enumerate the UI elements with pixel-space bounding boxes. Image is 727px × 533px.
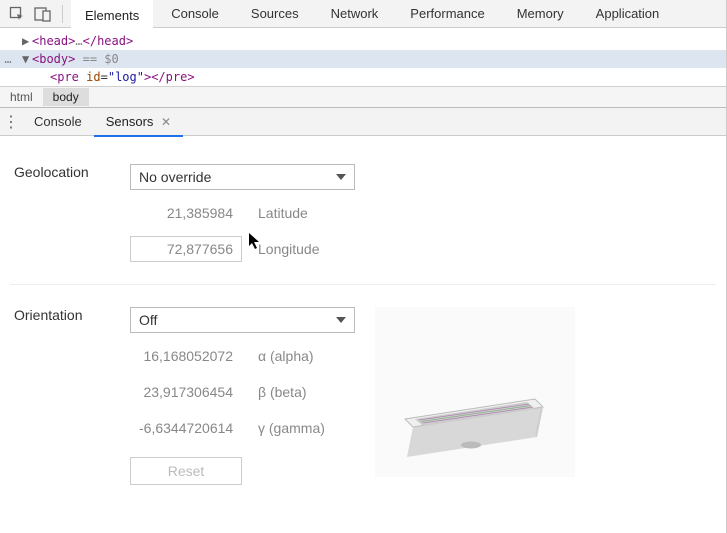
chevron-down-icon [336,174,346,180]
gamma-row: -6,6344720614 γ (gamma) [130,415,355,441]
tab-sources[interactable]: Sources [237,0,313,28]
drawer-tabstrip: ⋮ Console Sensors ✕ [0,108,726,136]
sensors-panel: Geolocation No override 21,385984 Latitu… [0,136,726,513]
tab-application[interactable]: Application [582,0,674,28]
orientation-override-select[interactable]: Off [130,307,355,333]
longitude-input[interactable]: 72,877656 [130,236,242,262]
dom-node-head[interactable]: ▶<head>…</head> [0,32,726,50]
device-orientation-preview[interactable] [375,307,575,477]
orientation-fields: Off 16,168052072 α (alpha) 23,917306454 … [130,307,355,485]
gamma-label: γ (gamma) [258,420,325,436]
tab-console[interactable]: Console [157,0,233,28]
geolocation-section: Geolocation No override 21,385984 Latitu… [10,154,716,272]
crumb-html[interactable]: html [0,88,43,106]
gamma-input[interactable]: -6,6344720614 [130,415,242,441]
tab-elements[interactable]: Elements [71,0,153,28]
elements-dom-tree[interactable]: ▶<head>…</head> ▼<body> == $0 <pre id="l… [0,28,726,86]
elements-breadcrumb: html body [0,86,726,108]
crumb-body[interactable]: body [43,88,89,106]
orientation-override-value: Off [139,312,157,328]
latitude-label: Latitude [258,205,308,221]
geolocation-fields: No override 21,385984 Latitude 72,877656… [130,164,355,262]
separator [62,5,63,23]
latitude-row: 21,385984 Latitude [130,200,355,226]
orientation-section: Orientation Off 16,168052072 α (alpha) 2… [10,284,716,495]
geolocation-override-value: No override [139,169,211,185]
tab-memory[interactable]: Memory [503,0,578,28]
dom-node-pre[interactable]: <pre id="log"></pre> [0,68,726,86]
geolocation-override-select[interactable]: No override [130,164,355,190]
device-toolbar-icon[interactable] [32,3,54,25]
latitude-input[interactable]: 21,385984 [130,200,242,226]
tab-performance[interactable]: Performance [396,0,498,28]
orientation-label: Orientation [10,307,130,323]
longitude-label: Longitude [258,241,320,257]
alpha-row: 16,168052072 α (alpha) [130,343,355,369]
dom-node-body-selected[interactable]: ▼<body> == $0 [0,50,726,68]
beta-input[interactable]: 23,917306454 [130,379,242,405]
drawer-tab-sensors[interactable]: Sensors ✕ [94,108,183,136]
tab-network[interactable]: Network [317,0,393,28]
devtools-tabstrip: Elements Console Sources Network Perform… [0,0,726,28]
beta-row: 23,917306454 β (beta) [130,379,355,405]
orientation-reset-button[interactable]: Reset [130,457,242,485]
longitude-row: 72,877656 Longitude [130,236,355,262]
close-icon[interactable]: ✕ [161,115,171,129]
beta-label: β (beta) [258,384,307,400]
chevron-down-icon [336,317,346,323]
alpha-input[interactable]: 16,168052072 [130,343,242,369]
inspect-element-icon[interactable] [6,3,28,25]
drawer-tab-console[interactable]: Console [22,108,94,136]
drawer-tab-sensors-label: Sensors [106,114,154,129]
geolocation-label: Geolocation [10,164,130,180]
drawer-menu-icon[interactable]: ⋮ [0,112,22,132]
alpha-label: α (alpha) [258,348,314,364]
